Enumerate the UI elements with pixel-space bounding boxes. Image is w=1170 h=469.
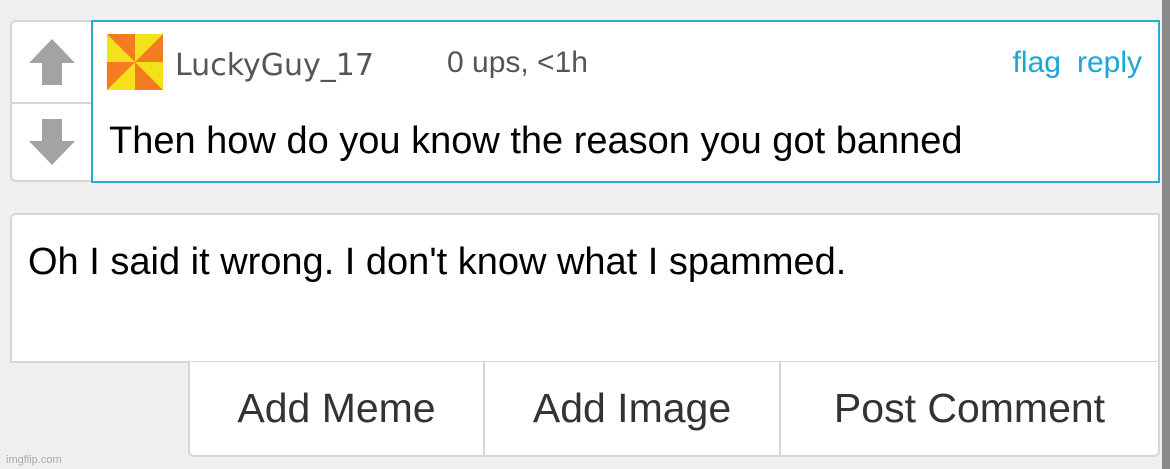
- reply-button-bar: Add Meme Add Image Post Comment: [188, 362, 1160, 457]
- comment-text: Then how do you know the reason you got …: [109, 120, 963, 162]
- flag-link[interactable]: flag: [1013, 46, 1061, 80]
- comment-meta: 0 ups, <1h: [447, 46, 588, 79]
- reply-link[interactable]: reply: [1077, 46, 1142, 80]
- scrollbar-edge[interactable]: [1162, 0, 1170, 469]
- watermark: imgflip.com: [6, 454, 62, 466]
- comment-actions: flag reply: [1013, 46, 1142, 80]
- post-comment-button[interactable]: Post Comment: [781, 362, 1158, 455]
- vote-column: [10, 20, 92, 182]
- downvote-button[interactable]: [12, 102, 92, 182]
- arrow-down-icon: [29, 119, 75, 165]
- add-image-button[interactable]: Add Image: [485, 362, 781, 455]
- pinwheel-avatar-icon[interactable]: [107, 34, 163, 90]
- add-meme-button[interactable]: Add Meme: [190, 362, 485, 455]
- comment-card: LuckyGuy_17 0 ups, <1h flag reply Then h…: [91, 20, 1160, 183]
- arrow-up-icon: [29, 39, 75, 85]
- upvote-button[interactable]: [12, 22, 92, 104]
- comment-username[interactable]: LuckyGuy_17: [175, 48, 374, 83]
- reply-textarea[interactable]: [10, 213, 1160, 363]
